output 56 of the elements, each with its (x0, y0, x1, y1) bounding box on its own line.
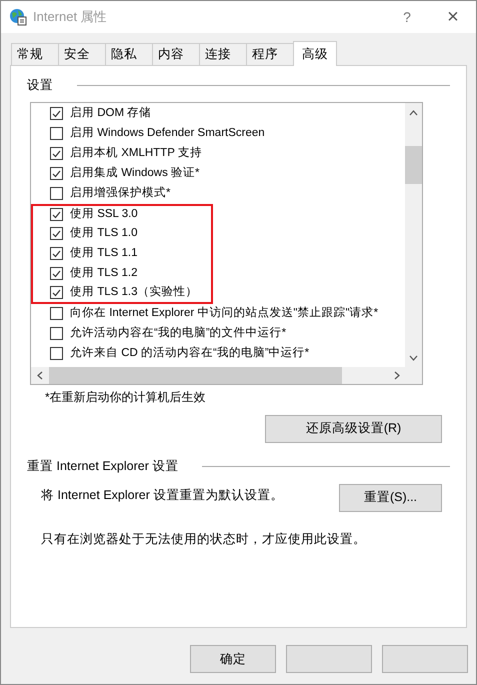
setting-label: 使用 TLS 1.3（实验性） (70, 284, 198, 300)
setting-label: 使用 TLS 1.1 (70, 246, 138, 262)
checkbox[interactable] (50, 107, 63, 120)
section-title: 设置 (27, 77, 53, 94)
checkbox[interactable] (50, 267, 63, 280)
tab[interactable]: 高级 (293, 41, 337, 66)
checkbox[interactable] (50, 286, 63, 300)
checkmark-icon (52, 170, 61, 178)
reset-hint: 只有在浏览器处于无法使用的状态时，才应使用此设置。 (41, 530, 367, 548)
checkmark-icon (52, 288, 61, 297)
checkbox[interactable] (50, 347, 63, 360)
checkbox[interactable] (50, 227, 63, 240)
globe-icon (9, 8, 27, 26)
window-title: Internet 属性 (33, 8, 107, 26)
setting-label: 启用增强保护模式* (70, 185, 170, 202)
horizontal-scrollbar[interactable] (31, 366, 422, 384)
setting-label: 启用本机 XMLHTTP 支持 (70, 146, 202, 162)
checkmark-icon (52, 210, 61, 219)
scroll-thumb[interactable] (405, 146, 422, 184)
scroll-down-icon[interactable] (409, 354, 418, 361)
checkbox[interactable] (50, 327, 63, 340)
section-title: 重置 Internet Explorer 设置 (27, 458, 178, 475)
setting-label: 启用 Windows Defender SmartScreen (70, 126, 265, 142)
checkbox[interactable] (50, 307, 63, 320)
vertical-scrollbar[interactable] (405, 102, 422, 367)
help-button[interactable]: ? (384, 1, 430, 33)
checkmark-icon (52, 250, 61, 258)
setting-label: 使用 TLS 1.0 (70, 226, 138, 242)
setting-label: 启用集成 Windows 验证* (70, 166, 200, 182)
checkbox[interactable] (50, 187, 63, 200)
setting-label: 向你在 Internet Explorer 中访问的站点发送"禁止跟踪"请求* (70, 305, 378, 322)
setting-label: 使用 SSL 3.0 (70, 206, 138, 222)
reset-description: 将 Internet Explorer 设置重置为默认设置。 (41, 486, 284, 504)
setting-label: 允许来自 CD 的活动内容在“我的电脑”中运行* (70, 345, 310, 362)
scroll-up-icon[interactable] (409, 110, 418, 116)
checkbox[interactable] (50, 147, 63, 160)
checkbox[interactable] (50, 208, 63, 222)
close-button[interactable]: × (430, 1, 476, 33)
checkmark-icon (52, 270, 61, 278)
checkbox[interactable] (50, 247, 63, 260)
restore-advanced-button[interactable]: 还原高级设置(R) (265, 414, 442, 443)
scroll-left-icon[interactable] (37, 370, 43, 380)
reset-button[interactable]: 重置(S)... (339, 484, 442, 512)
setting-label: 启用 DOM 存储 (70, 106, 152, 122)
tab[interactable]: 常规 (11, 43, 59, 65)
checkbox[interactable] (50, 167, 63, 180)
scroll-thumb[interactable] (49, 366, 342, 384)
setting-label: 允许活动内容在“我的电脑”的文件中运行* (70, 325, 286, 342)
restart-note: *在重新启动你的计算机后生效 (45, 388, 207, 406)
checkbox[interactable] (50, 127, 63, 140)
checkmark-icon (52, 150, 61, 158)
checkmark-icon (52, 110, 61, 118)
setting-label: 使用 TLS 1.2 (70, 266, 138, 282)
checkmark-icon (52, 230, 61, 238)
scroll-right-icon[interactable] (394, 370, 400, 380)
dialog-button[interactable]: 确定 (190, 645, 276, 673)
